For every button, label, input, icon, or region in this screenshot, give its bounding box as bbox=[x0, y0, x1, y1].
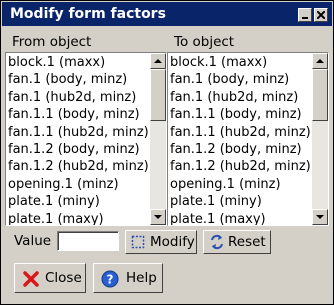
from-list-scrollbar[interactable] bbox=[150, 53, 166, 225]
modify-button[interactable]: Modify bbox=[125, 230, 197, 254]
reset-label: Reset bbox=[228, 234, 266, 250]
window-title: Modify form factors bbox=[10, 6, 166, 22]
from-object-header: From object bbox=[12, 34, 92, 50]
close-label: Close bbox=[45, 270, 82, 286]
help-label: Help bbox=[126, 270, 157, 286]
scroll-down-icon[interactable] bbox=[312, 209, 328, 225]
list-item[interactable]: plate.1 (maxy) bbox=[168, 211, 312, 225]
modify-label: Modify bbox=[150, 234, 195, 250]
title-bar[interactable]: Modify form factors bbox=[2, 2, 332, 26]
list-item[interactable]: opening.1 (minz) bbox=[168, 176, 312, 193]
list-item[interactable]: fan.1.1 (hub2d, minz) bbox=[168, 124, 312, 141]
list-item[interactable]: plate.1 (miny) bbox=[6, 193, 150, 210]
from-object-list[interactable]: block.1 (maxx) fan.1 (body, minz) fan.1 (h… bbox=[5, 52, 167, 226]
list-item[interactable]: block.1 (maxx) bbox=[6, 54, 150, 71]
list-item[interactable]: fan.1 (hub2d, minz) bbox=[168, 89, 312, 106]
list-item[interactable]: fan.1.1 (body, minz) bbox=[168, 106, 312, 123]
list-item[interactable]: fan.1.2 (body, minz) bbox=[168, 141, 312, 158]
scroll-thumb[interactable] bbox=[312, 69, 328, 121]
scroll-down-icon[interactable] bbox=[150, 209, 166, 225]
minimize-icon[interactable] bbox=[298, 8, 312, 22]
list-item[interactable]: plate.1 (miny) bbox=[168, 193, 312, 210]
reset-arrows-icon bbox=[209, 234, 225, 254]
scroll-up-icon[interactable] bbox=[312, 53, 328, 69]
list-item[interactable]: fan.1 (body, minz) bbox=[6, 71, 150, 88]
to-list-scrollbar[interactable] bbox=[312, 53, 328, 225]
svg-text:?: ? bbox=[107, 273, 114, 287]
close-button[interactable]: Close bbox=[14, 263, 86, 293]
list-item[interactable]: fan.1.2 (body, minz) bbox=[6, 141, 150, 158]
select-box-icon bbox=[131, 235, 145, 253]
scroll-up-icon[interactable] bbox=[150, 53, 166, 69]
reset-button[interactable]: Reset bbox=[203, 230, 271, 254]
list-item[interactable]: fan.1.2 (hub2d, minz) bbox=[168, 158, 312, 175]
list-item[interactable]: plate.1 (maxy) bbox=[6, 211, 150, 225]
to-object-list[interactable]: block.1 (maxx) fan.1 (body, minz) fan.1 (h… bbox=[167, 52, 329, 226]
value-input[interactable] bbox=[57, 231, 119, 251]
list-item[interactable]: fan.1 (hub2d, minz) bbox=[6, 89, 150, 106]
value-label: Value bbox=[14, 233, 52, 249]
list-item[interactable]: opening.1 (minz) bbox=[6, 176, 150, 193]
red-x-icon bbox=[22, 270, 40, 292]
to-object-header: To object bbox=[174, 34, 235, 50]
list-item[interactable]: fan.1.1 (hub2d, minz) bbox=[6, 124, 150, 141]
list-item[interactable]: fan.1.1 (body, minz) bbox=[6, 106, 150, 123]
scroll-thumb[interactable] bbox=[150, 69, 166, 121]
list-item[interactable]: fan.1 (body, minz) bbox=[168, 71, 312, 88]
help-button[interactable]: ? Help bbox=[93, 263, 163, 293]
help-question-icon: ? bbox=[101, 270, 119, 292]
modify-form-factors-dialog: Modify form factors From object To objec… bbox=[0, 0, 334, 305]
list-item[interactable]: block.1 (maxx) bbox=[168, 54, 312, 71]
close-icon[interactable] bbox=[314, 8, 328, 22]
list-item[interactable]: fan.1.2 (hub2d, minz) bbox=[6, 158, 150, 175]
